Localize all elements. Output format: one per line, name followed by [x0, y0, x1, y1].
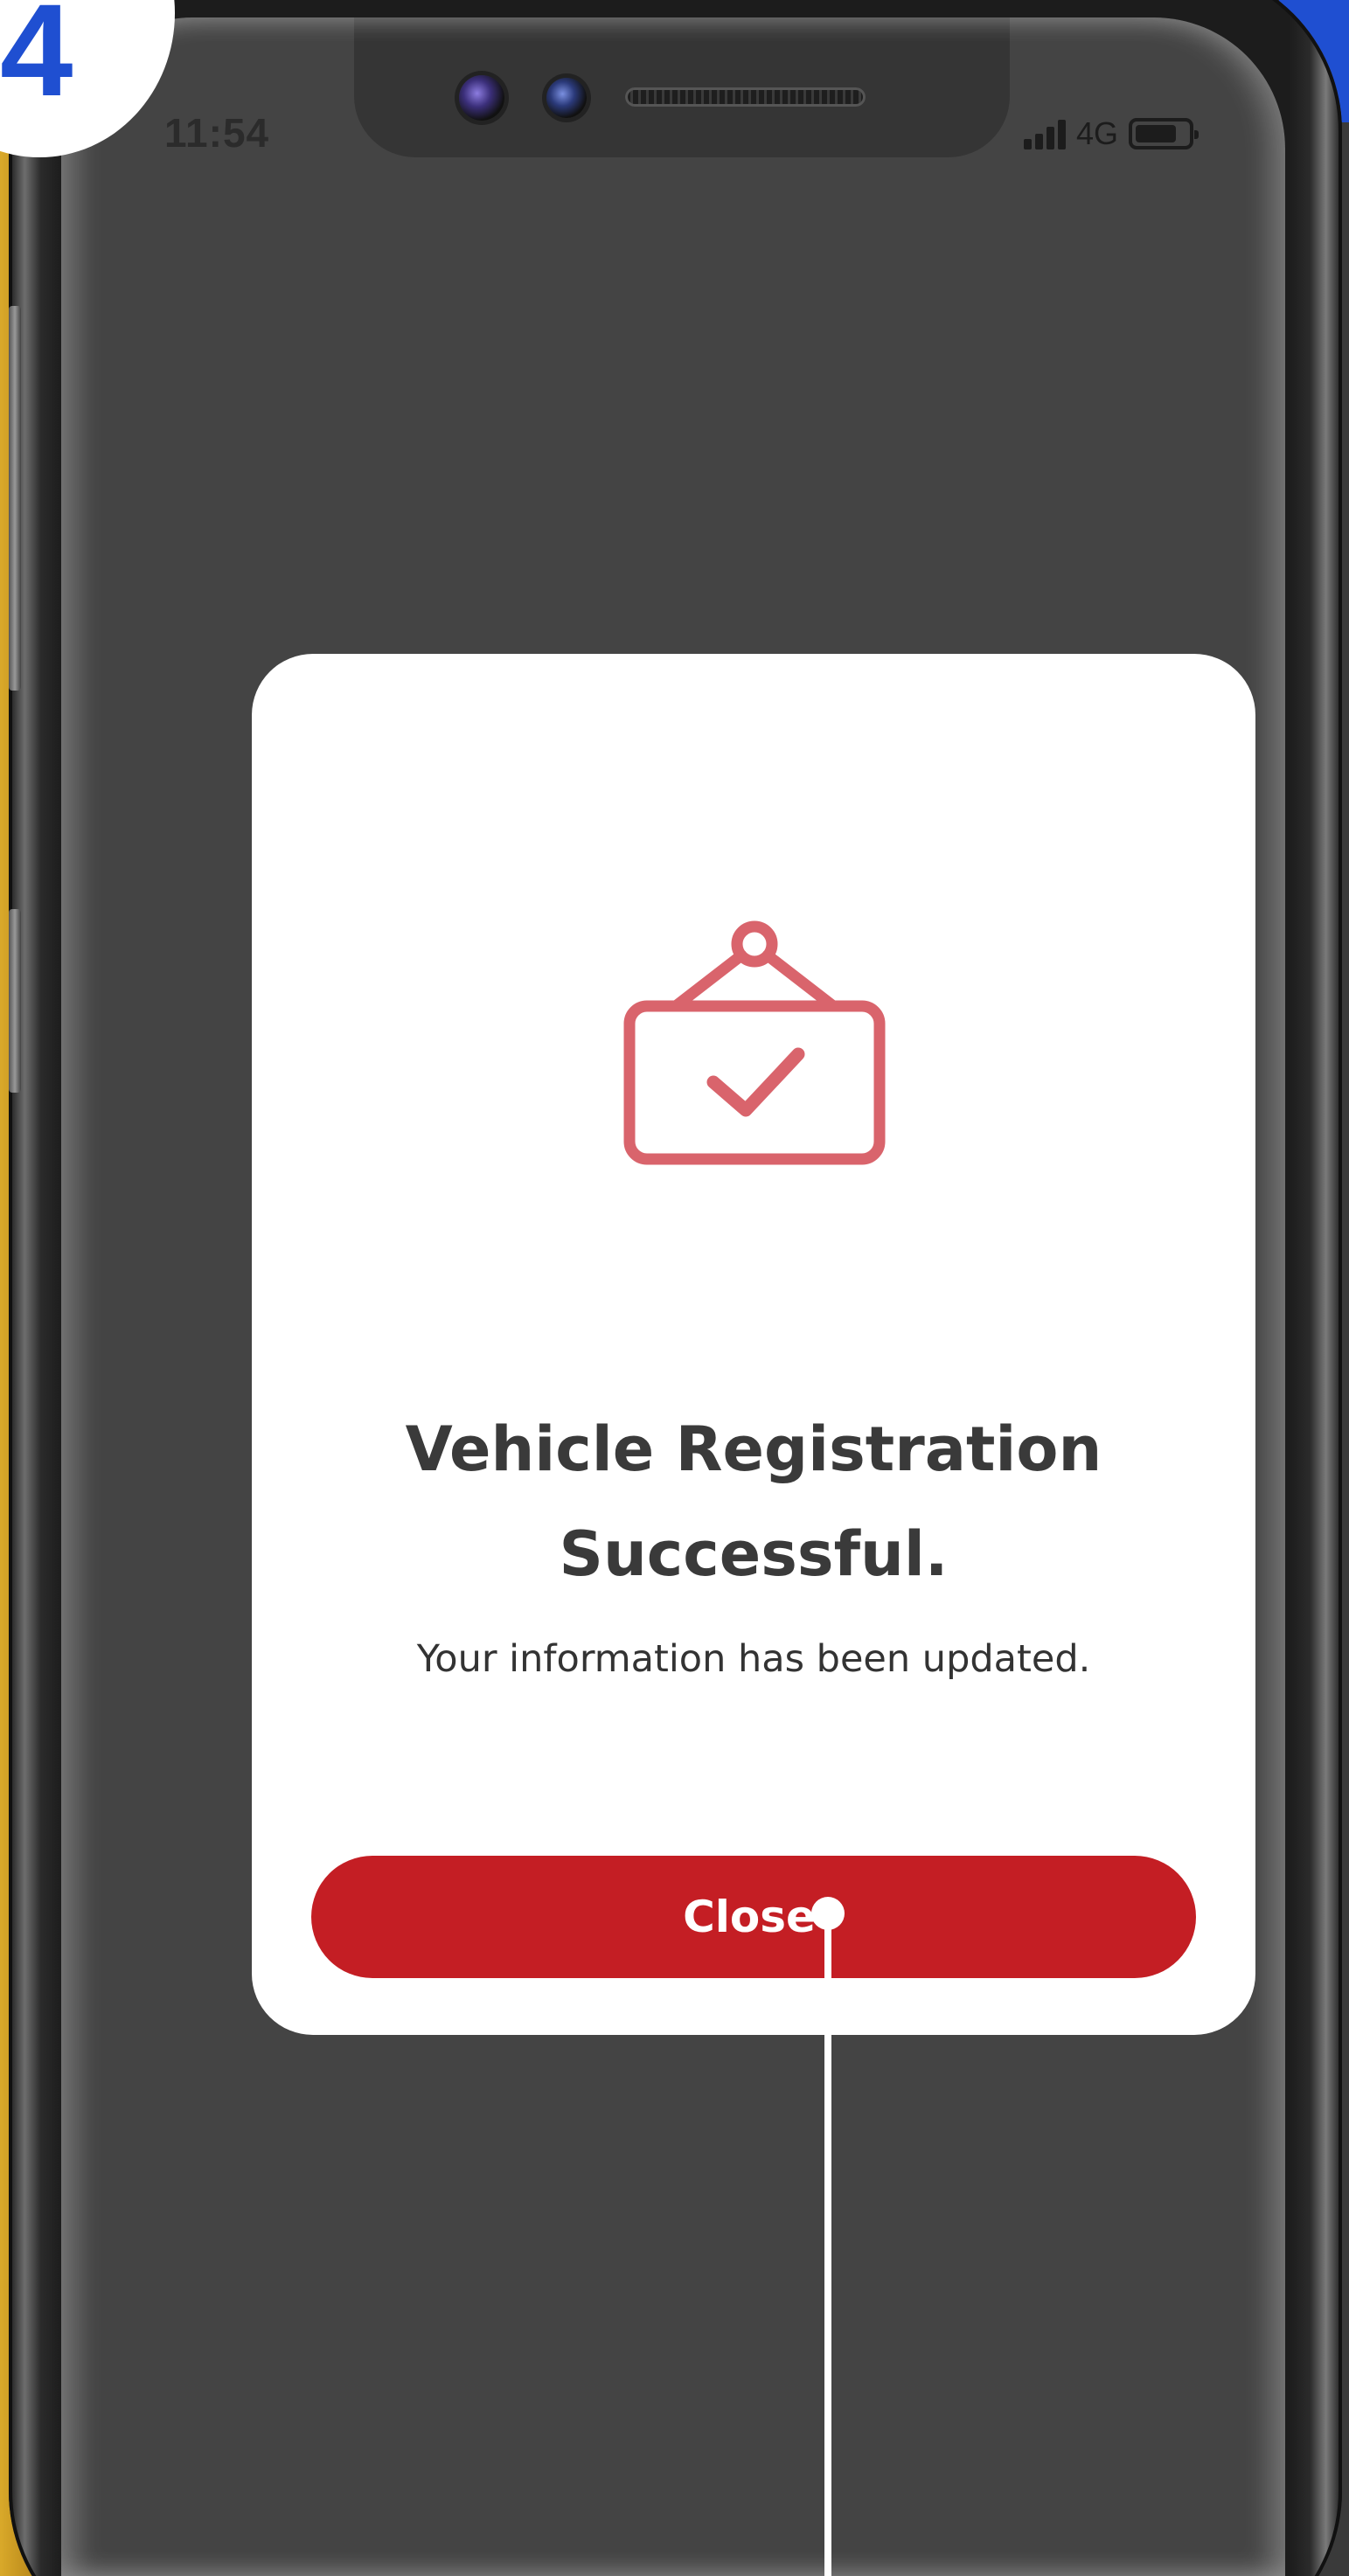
battery-icon	[1129, 118, 1199, 149]
success-dialog: Vehicle Registration Successful. Your in…	[252, 654, 1255, 2035]
close-button[interactable]: Close	[311, 1856, 1196, 1978]
mockup-stage: 11:54 4G Vehicle Registration Successful…	[0, 0, 1349, 2576]
callout-line	[824, 1923, 831, 2576]
status-icons: 4G	[1023, 115, 1199, 151]
step-number: 4	[0, 0, 73, 123]
notch	[354, 17, 1010, 157]
hanging-sign-check-icon	[623, 920, 886, 1165]
close-button-label: Close	[683, 1892, 816, 1942]
dialog-message: Your information has been updated.	[416, 1637, 1091, 1681]
front-camera-icon	[459, 75, 504, 121]
side-button	[9, 909, 21, 1093]
speaker-grille	[625, 87, 866, 107]
status-time: 11:54	[164, 110, 270, 156]
volume-button	[9, 306, 21, 691]
network-label: 4G	[1075, 115, 1118, 151]
phone-screen: 11:54 4G Vehicle Registration Successful…	[61, 17, 1285, 2576]
signal-icon	[1023, 118, 1066, 149]
dialog-title: Vehicle Registration Successful.	[405, 1413, 1102, 1590]
sensor-icon	[546, 78, 587, 118]
